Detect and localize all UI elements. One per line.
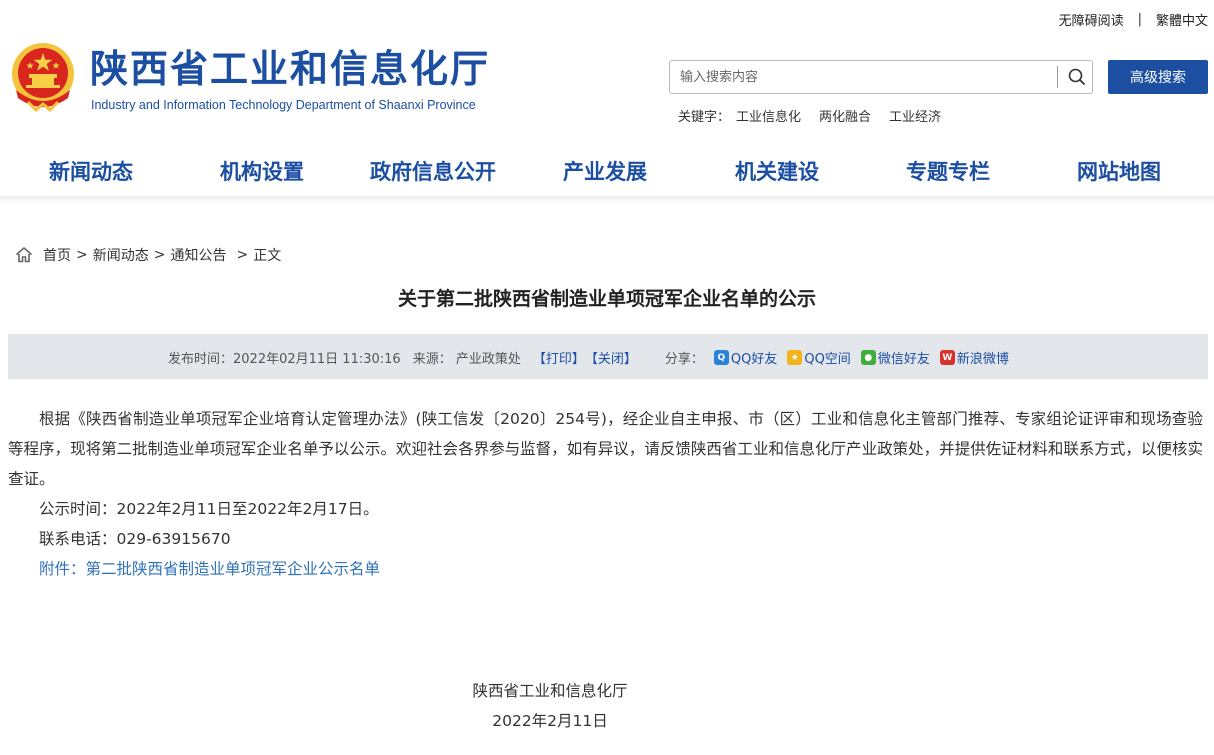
article-meta-bar: 发布时间：2022年02月11日 11:30:16 来源： 产业政策处 【打印】… — [8, 334, 1208, 379]
share-qq-button[interactable]: Q QQ好友 — [713, 348, 778, 367]
site-title[interactable]: 陕西省工业和信息化厅 — [90, 46, 490, 92]
share-wechat-button[interactable]: ● 微信好友 — [860, 348, 930, 367]
traditional-chinese-link[interactable]: 繁體中文 — [1156, 10, 1208, 29]
national-emblem-icon — [12, 43, 74, 112]
nav-divider — [0, 196, 1214, 204]
search-box — [669, 60, 1093, 94]
article-content: 根据《陕西省制造业单项冠军企业培育认定管理办法》(陕工信发〔2020〕254号)… — [8, 404, 1203, 584]
share-wechat-label: 微信好友 — [877, 352, 930, 367]
print-link[interactable]: 【打印】 — [533, 348, 585, 367]
breadcrumb-home[interactable]: 首页 — [43, 245, 71, 265]
nav-item-industry[interactable]: 产业发展 — [563, 156, 647, 186]
breadcrumb-notices[interactable]: 通知公告 — [170, 245, 226, 265]
qzone-icon: ★ — [787, 350, 803, 365]
share-qq-label: QQ好友 — [730, 352, 778, 367]
nav-item-party[interactable]: 机关建设 — [735, 156, 819, 186]
keyword-link[interactable]: 工业信息化 — [736, 106, 801, 125]
nav-item-organization[interactable]: 机构设置 — [220, 156, 304, 186]
signature-date: 2022年2月11日 — [492, 712, 608, 730]
share-weibo-label: 新浪微博 — [956, 352, 1009, 367]
advanced-search-button[interactable]: 高级搜索 — [1108, 60, 1208, 94]
weibo-icon: W — [939, 350, 955, 365]
search-divider — [1057, 66, 1058, 88]
search-input[interactable] — [670, 61, 1056, 93]
breadcrumb-news[interactable]: 新闻动态 — [93, 245, 149, 265]
search-button[interactable] — [1061, 61, 1093, 93]
share-label: 分享： — [664, 352, 704, 367]
breadcrumb-separator: > — [153, 247, 166, 263]
share-qzone-button[interactable]: ★ QQ空间 — [787, 348, 851, 367]
keywords-label: 关键字： — [678, 110, 731, 125]
breadcrumb-separator: > — [236, 247, 249, 263]
contact-phone: 联系电话：029-63915670 — [39, 530, 231, 548]
article-body: 根据《陕西省制造业单项冠军企业培育认定管理办法》(陕工信发〔2020〕254号)… — [8, 410, 1203, 488]
article-title: 关于第二批陕西省制造业单项冠军企业名单的公示 — [397, 288, 816, 310]
home-icon — [15, 246, 33, 263]
site-subtitle: Industry and Information Technology Depa… — [91, 98, 476, 112]
close-link[interactable]: 【关闭】 — [585, 348, 637, 367]
share-weibo-button[interactable]: W 新浪微博 — [939, 348, 1009, 367]
article-source: 来源： 产业政策处 — [412, 352, 521, 367]
search-icon — [1068, 68, 1086, 86]
nav-item-sitemap[interactable]: 网站地图 — [1077, 156, 1161, 186]
nav-item-news[interactable]: 新闻动态 — [49, 156, 133, 186]
nav-item-topics[interactable]: 专题专栏 — [906, 156, 990, 186]
top-links: 无障碍阅读 | 繁體中文 — [1059, 10, 1208, 29]
top-links-separator: | — [1137, 12, 1142, 27]
share-qzone-label: QQ空间 — [804, 352, 851, 367]
nav-item-gov-info[interactable]: 政府信息公开 — [370, 156, 496, 186]
keywords: 关键字： 工业信息化 两化融合 工业经济 — [678, 106, 941, 125]
accessibility-link[interactable]: 无障碍阅读 — [1059, 10, 1124, 29]
breadcrumb-current: 正文 — [253, 248, 282, 264]
qq-icon: Q — [713, 350, 729, 365]
breadcrumb: 首页 > 新闻动态 > 通知公告 > 正文 — [15, 245, 281, 265]
main-nav: 新闻动态 机构设置 政府信息公开 产业发展 机关建设 专题专栏 网站地图 — [0, 148, 1214, 198]
attachment-link[interactable]: 附件：第二批陕西省制造业单项冠军企业公示名单 — [8, 554, 1203, 584]
keyword-link[interactable]: 工业经济 — [889, 106, 941, 125]
publish-time: 发布时间：2022年02月11日 11:30:16 — [168, 352, 401, 367]
wechat-icon: ● — [860, 350, 876, 365]
breadcrumb-separator: > — [76, 247, 88, 263]
signature-org: 陕西省工业和信息化厅 — [472, 682, 628, 700]
publicity-period: 公示时间：2022年2月11日至2022年2月17日。 — [39, 500, 379, 518]
keyword-link[interactable]: 两化融合 — [819, 106, 871, 125]
